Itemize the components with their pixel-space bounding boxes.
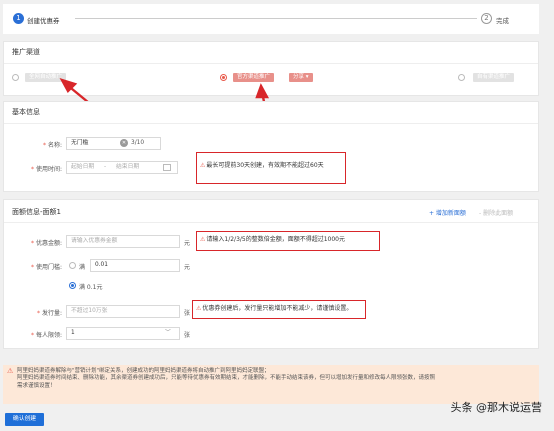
warning-icon: ⚠ [200,162,206,169]
threshold-label: * 使用门槛: [30,264,62,271]
watermark: 头条 @那木说运营 [450,401,543,414]
chevron-down-icon: ▾ [304,74,309,80]
limit-label: * 每人限领: [30,332,62,339]
step-1-circle: 1 [13,13,24,24]
channel-option-official[interactable]: 官方渠道推广 [233,73,275,82]
clear-icon[interactable]: ✕ [120,139,128,147]
issue-tip: ⚠优惠券创建后，发行量只能增加不能减少，请谨慎设置。 [192,300,366,319]
issue-label: * 发行量: [36,310,62,317]
basic-section: 基本信息 * 名称: 无门槛 ✕ 3/10 * 使用时间: 起始日期 - 结束日期 … [3,101,539,192]
amount-label: * 优惠金额: [30,240,62,247]
amount-unit: 元 [184,240,191,247]
channel-option-own[interactable]: 自有渠道推广 [473,73,515,82]
limit-unit: 张 [184,332,191,339]
threshold-radio-preset[interactable] [69,282,76,289]
threshold-unit: 元 [184,264,191,271]
channel-option-auto[interactable]: 全网自动推广 [25,73,67,82]
delete-denomination-link[interactable]: - 删除此面额 [479,208,513,217]
date-range-input[interactable]: 起始日期 - 结束日期 [66,161,178,174]
channel-radio-auto[interactable] [12,74,19,81]
step-1-label: 创建优惠券 [27,17,60,25]
step-2-label: 完成 [496,17,509,25]
notice-line-2: 阿里妈妈渠道券时间结束、删除功能，其余渠道券创建成功后，只能等待优惠券有效期结束… [17,375,436,382]
confirm-create-button[interactable]: 确认创建 [5,413,44,426]
amount-input[interactable]: 请输入优惠券金额 [66,235,180,248]
limit-select[interactable]: 1 ﹀ [66,327,180,340]
channel-title: 推广渠道 [12,48,40,56]
channel-section: 推广渠道 全网自动推广 官方渠道推广 分享 ▾ 自有渠道推广 [3,41,539,96]
threshold-radio-custom[interactable] [69,262,76,269]
step-line [75,18,477,19]
warning-icon: ⚠ [7,367,14,375]
warning-icon: ⚠ [196,305,202,312]
threshold-input[interactable]: 0.01 [90,259,180,272]
calendar-icon[interactable] [163,164,171,171]
name-input[interactable]: 无门槛 ✕ 3/10 [66,137,161,150]
threshold-preset-label[interactable]: 满 0.1元 [79,282,102,291]
name-label: * 名称: [42,142,62,149]
notice-line-3: 需求谨慎设置！ [17,382,56,389]
name-char-count: 3/10 [131,140,145,146]
step-2-circle: 2 [481,13,492,24]
issue-unit: 张 [184,310,191,317]
threshold-prefix: 满 [79,264,86,271]
time-tip: ⚠最长可提前30天创建，有效期不能超过60天 [196,152,346,184]
channel-radio-own[interactable] [458,74,465,81]
denomination-title: 面额信息-面额1 [12,208,61,216]
basic-title: 基本信息 [12,108,40,116]
add-denomination-link[interactable]: + 增加新面额 [429,208,466,217]
time-label: * 使用时间: [30,166,62,173]
issue-input[interactable]: 不超过10万张 [66,305,180,318]
channel-radio-official[interactable] [220,74,227,81]
amount-tip: ⚠请输入1/2/3/5的整数倍金额，面额不得超过1000元 [196,231,380,251]
chevron-down-icon: ﹀ [165,330,171,336]
channel-share-dropdown[interactable]: 分享 ▾ [289,73,313,82]
warning-icon: ⚠ [200,236,206,243]
denomination-section: 面额信息-面额1 + 增加新面额 - 删除此面额 * 优惠金额: 请输入优惠券金额… [3,199,539,349]
step-header: 1 创建优惠券 2 完成 [3,4,539,34]
